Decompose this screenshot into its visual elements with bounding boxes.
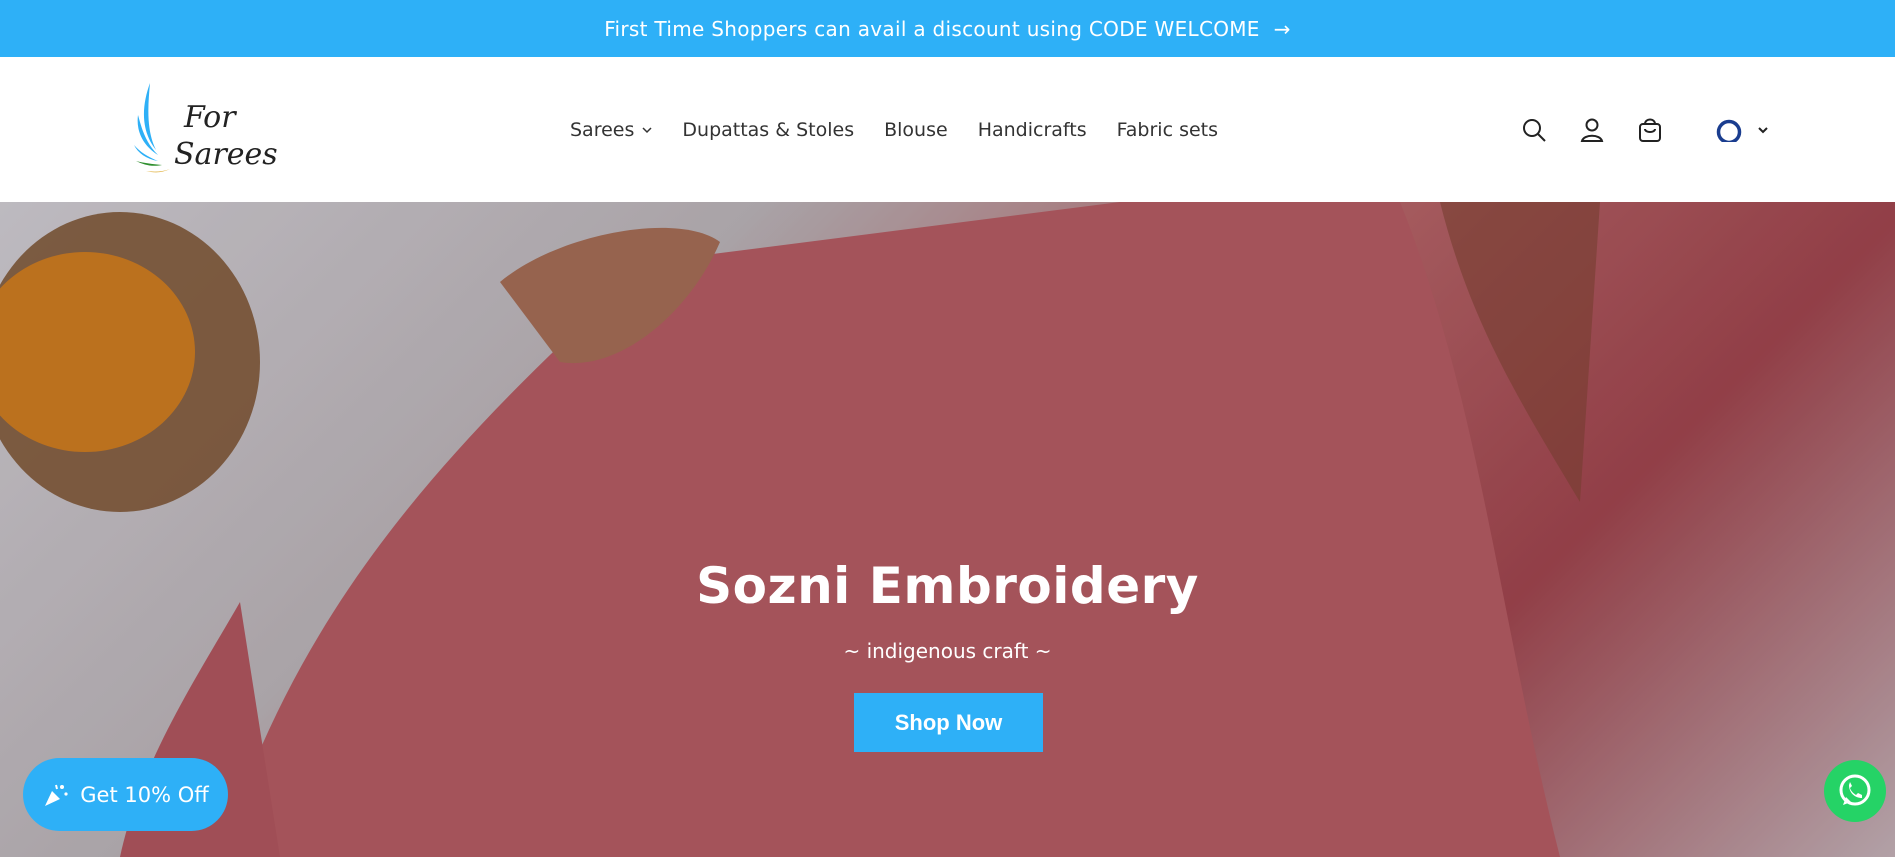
nav-label[interactable]: Dupattas & Stoles: [682, 119, 854, 141]
shop-now-button[interactable]: Shop Now: [854, 693, 1043, 752]
cart-icon[interactable]: [1636, 116, 1664, 144]
main-nav: Sarees Dupattas & Stoles Blouse Handicra…: [570, 57, 1218, 202]
india-flag-icon[interactable]: [1710, 117, 1748, 142]
account-icon[interactable]: [1578, 116, 1606, 144]
nav-label[interactable]: Fabric sets: [1117, 119, 1218, 141]
logo[interactable]: For Sarees: [132, 75, 282, 185]
header-icons: [1520, 57, 1768, 202]
logo-text-line2: Sarees: [174, 137, 278, 172]
chevron-down-icon[interactable]: [1758, 125, 1768, 135]
arrow-right-icon[interactable]: →: [1274, 17, 1291, 41]
nav-item-dupattas[interactable]: Dupattas & Stoles: [682, 119, 854, 141]
nav-item-sarees[interactable]: Sarees: [570, 119, 652, 141]
country-selector[interactable]: [1710, 117, 1768, 142]
nav-label[interactable]: Handicrafts: [978, 119, 1087, 141]
nav-label[interactable]: Blouse: [884, 119, 948, 141]
whatsapp-icon: [1839, 774, 1871, 806]
discount-label[interactable]: Get 10% Off: [80, 783, 208, 807]
hero-subtitle: ~ indigenous craft ~: [843, 639, 1052, 663]
whatsapp-button[interactable]: [1824, 760, 1886, 822]
logo-text-line1: For: [184, 100, 236, 135]
nav-item-fabric-sets[interactable]: Fabric sets: [1117, 119, 1218, 141]
chevron-down-icon[interactable]: [642, 125, 652, 135]
hero-title: Sozni Embroidery: [696, 557, 1199, 615]
announcement-bar[interactable]: First Time Shoppers can avail a discount…: [0, 0, 1895, 57]
nav-label[interactable]: Sarees: [570, 119, 634, 141]
announcement-text[interactable]: First Time Shoppers can avail a discount…: [604, 17, 1260, 41]
hero-overlay: [0, 202, 1895, 857]
nav-item-blouse[interactable]: Blouse: [884, 119, 948, 141]
hero-banner: Sozni Embroidery ~ indigenous craft ~ Sh…: [0, 202, 1895, 857]
site-header: For Sarees Sarees Dupattas & Stoles Blou…: [0, 57, 1895, 202]
nav-item-handicrafts[interactable]: Handicrafts: [978, 119, 1087, 141]
discount-popup-button[interactable]: Get 10% Off: [23, 758, 228, 831]
search-icon[interactable]: [1520, 116, 1548, 144]
party-popper-icon: [45, 784, 68, 806]
